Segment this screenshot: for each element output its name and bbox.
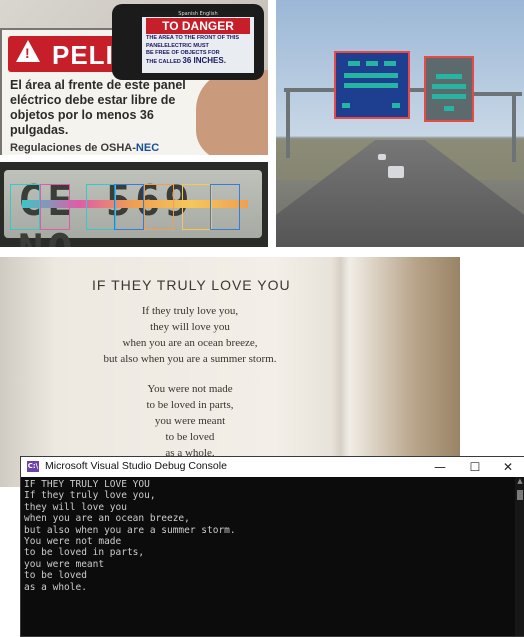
stanza-gap xyxy=(90,367,290,381)
console-title: Microsoft Visual Studio Debug Console xyxy=(45,460,227,472)
text-detection xyxy=(392,103,400,108)
sign-footer-text: Regulaciones de OSHA- xyxy=(10,142,136,154)
poem-line: to be loved xyxy=(165,431,215,443)
text-detection xyxy=(366,61,378,66)
plate-photo: CE-569-NO xyxy=(0,162,268,247)
char-box xyxy=(144,184,174,230)
poem-line: If they truly love you, xyxy=(141,305,239,317)
poem-line: you were meant xyxy=(154,415,226,427)
book-photo: IF THEY TRULY LOVE YOU If they truly lov… xyxy=(0,257,460,487)
char-box xyxy=(182,184,212,230)
phone-screen: Spanish English TO DANGER THE AREA TO TH… xyxy=(142,11,254,73)
poem-title: IF THEY TRULY LOVE YOU xyxy=(92,277,291,293)
road-sign-right xyxy=(424,56,474,122)
scroll-up-icon[interactable]: ▲ xyxy=(515,477,524,487)
char-box xyxy=(114,184,144,230)
phone-line-prefix: THE CALLED xyxy=(146,58,181,65)
maximize-button[interactable]: ☐ xyxy=(460,457,490,477)
poem-text: If they truly love you, they will love y… xyxy=(90,303,290,461)
text-detection xyxy=(432,94,466,99)
text-detection xyxy=(444,106,454,111)
text-detection xyxy=(342,103,350,108)
phone-inches-label: 36 INCHES. xyxy=(182,55,226,65)
sign-footer: Regulaciones de OSHA-NEC xyxy=(10,142,159,154)
console-output[interactable]: IF THEY TRULY LOVE YOU If they truly lov… xyxy=(24,479,236,593)
poem-line: You were not made xyxy=(147,383,233,395)
sign-body-text: El área al frente de este panel eléctric… xyxy=(10,78,186,137)
highway-photo xyxy=(276,0,524,247)
text-detection xyxy=(348,61,360,66)
text-detection xyxy=(432,84,466,89)
phone-line: PANELELECTRIC MUST xyxy=(146,42,209,49)
sign-footer-highlight: NEC xyxy=(135,142,160,154)
hand xyxy=(196,70,268,155)
phone-top-bar: Spanish English xyxy=(142,11,254,17)
sign-photo: PELI El área al frente de este panel elé… xyxy=(0,0,268,155)
car xyxy=(378,154,386,160)
phone-line: THE CALLED 36 INCHES. xyxy=(146,55,250,66)
text-detection xyxy=(384,61,396,66)
gantry-pole xyxy=(286,88,290,158)
phone-line: THE AREA TO THE FRONT OF THIS xyxy=(146,35,239,41)
gantry-pole xyxy=(512,92,516,162)
poem-line: when you are an ocean breeze, xyxy=(122,337,258,349)
text-detection xyxy=(436,74,462,79)
console-app-icon: C:\ xyxy=(27,461,39,472)
phone: Spanish English TO DANGER THE AREA TO TH… xyxy=(112,4,264,80)
console-title-bar[interactable]: C:\ Microsoft Visual Studio Debug Consol… xyxy=(21,457,524,477)
phone-danger-label: TO DANGER xyxy=(146,18,250,34)
close-button[interactable]: ✕ xyxy=(493,457,523,477)
scrollbar-thumb[interactable] xyxy=(517,490,523,500)
poem-line: but also when you are a summer storm. xyxy=(103,353,277,365)
char-box xyxy=(86,184,116,230)
char-box xyxy=(210,184,240,230)
text-detection xyxy=(344,83,398,88)
road-sign-left xyxy=(334,51,410,119)
sign-header-word: PELI xyxy=(52,40,114,70)
poem-line: to be loved in parts, xyxy=(146,399,234,411)
char-box xyxy=(10,184,40,230)
debug-console-window: C:\ Microsoft Visual Studio Debug Consol… xyxy=(20,456,524,637)
console-scrollbar[interactable]: ▲ xyxy=(515,477,524,636)
poem-line: they will love you xyxy=(150,321,230,333)
warning-icon xyxy=(16,40,40,62)
text-detection xyxy=(344,73,398,78)
char-box xyxy=(40,184,70,230)
car xyxy=(388,166,404,178)
minimize-button[interactable]: — xyxy=(425,457,455,477)
